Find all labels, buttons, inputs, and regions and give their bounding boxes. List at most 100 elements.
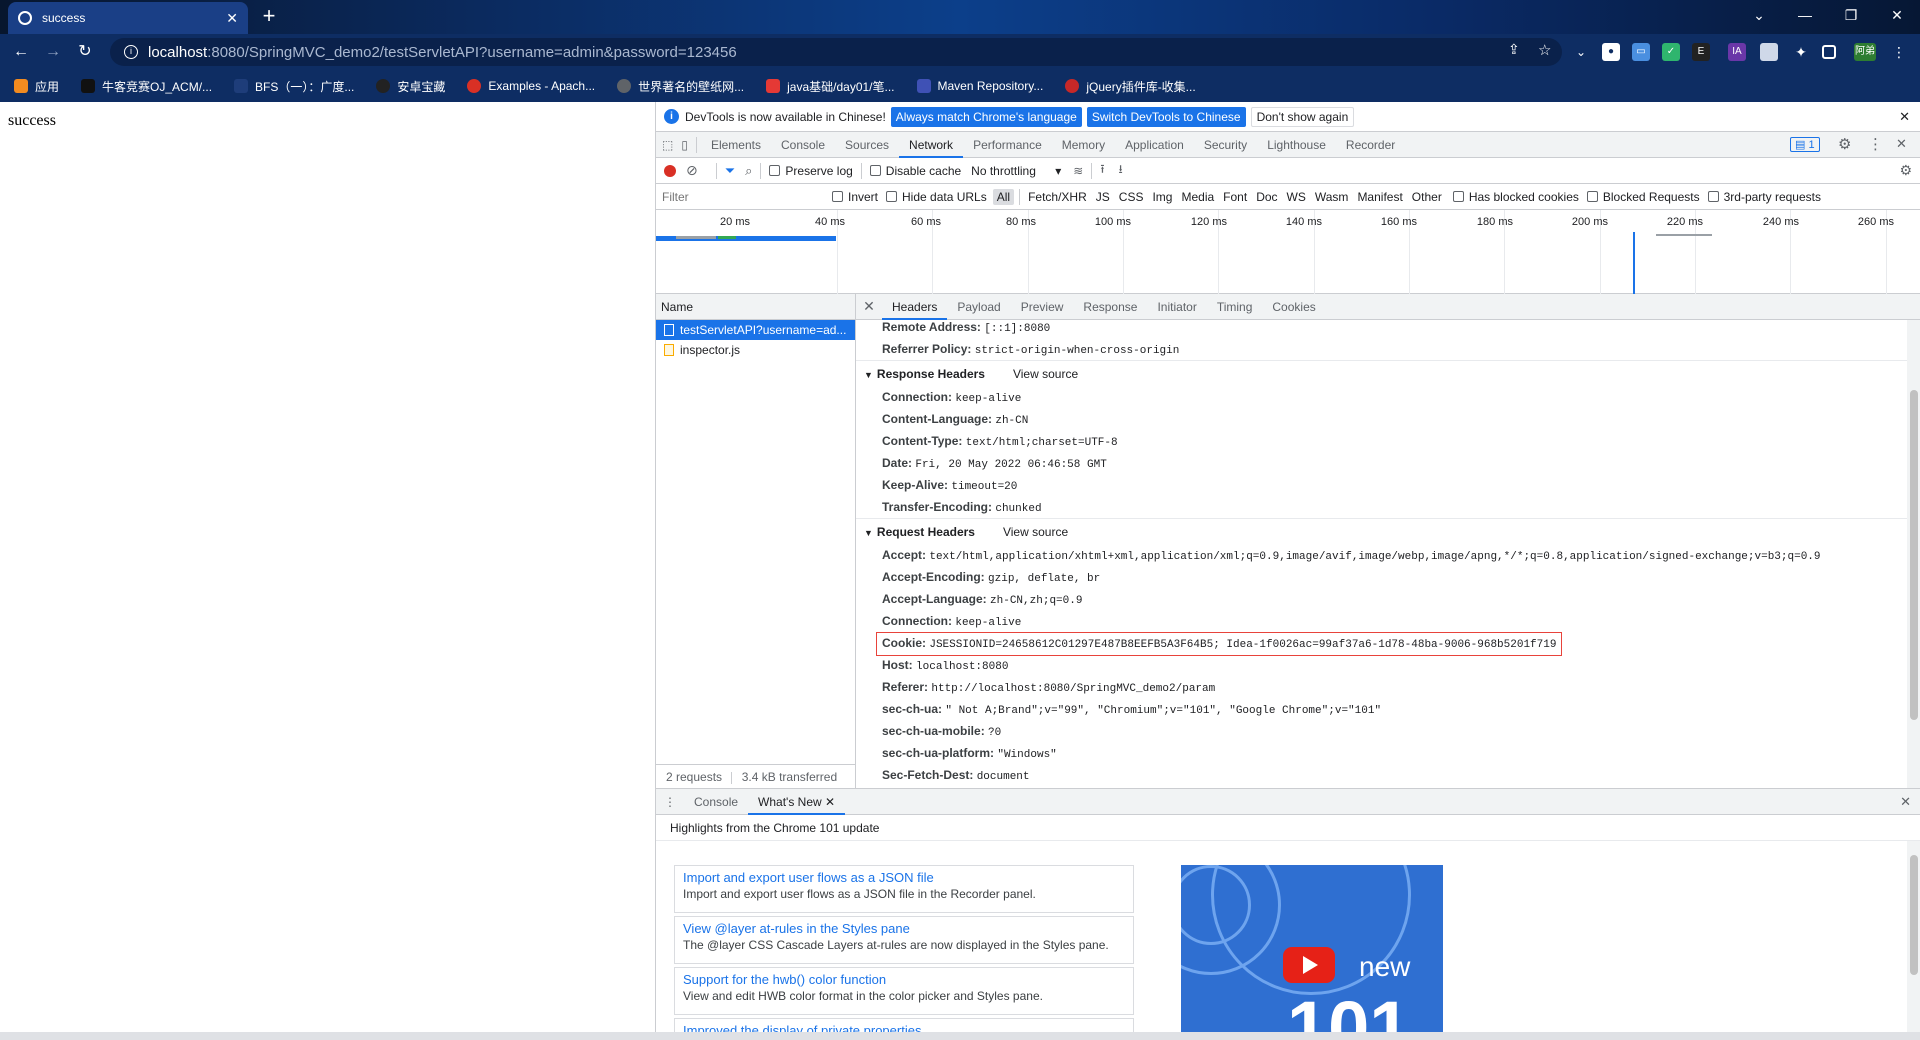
throttling-select[interactable]: No throttling ▾: [971, 164, 1061, 178]
issues-badge[interactable]: ▤ 1: [1790, 137, 1820, 152]
filter-fetch-xhr[interactable]: Fetch/XHR: [1024, 189, 1091, 205]
filter-css[interactable]: CSS: [1115, 189, 1148, 205]
tab-sources[interactable]: Sources: [835, 132, 899, 158]
import-har-icon[interactable]: ⭱: [1100, 160, 1104, 181]
tab-lighthouse[interactable]: Lighthouse: [1257, 132, 1336, 158]
extension-ia-icon[interactable]: IA: [1728, 43, 1746, 61]
extension-label[interactable]: 阿弟: [1854, 43, 1876, 61]
tab-console[interactable]: Console: [771, 132, 835, 158]
dont-show-again-button[interactable]: Don't show again: [1250, 106, 1355, 127]
close-drawer-icon[interactable]: ✕: [1900, 794, 1911, 810]
tab-response[interactable]: Response: [1073, 294, 1147, 320]
drawer-tab-whats-new[interactable]: What's New ✕: [748, 789, 846, 815]
filter-manifest[interactable]: Manifest: [1353, 189, 1406, 205]
bookmark-bfs[interactable]: BFS（一）：广度...: [234, 78, 354, 95]
whats-new-card[interactable]: Import and export user flows as a JSON f…: [674, 865, 1134, 913]
filter-img[interactable]: Img: [1148, 189, 1176, 205]
whats-new-video-thumbnail[interactable]: new 101: [1181, 865, 1443, 1033]
drawer-tab-console[interactable]: Console: [684, 789, 748, 815]
blocked-cookies-checkbox[interactable]: [1452, 191, 1464, 202]
filter-js[interactable]: JS: [1092, 189, 1114, 205]
bookmark-maven[interactable]: Maven Repository...: [916, 79, 1043, 93]
preserve-log-checkbox[interactable]: [769, 165, 781, 176]
menu-kebab-icon[interactable]: ⋮: [1890, 43, 1908, 61]
clear-icon[interactable]: ⊘: [686, 162, 698, 179]
tab-recorder[interactable]: Recorder: [1336, 132, 1405, 158]
close-tab-icon[interactable]: ✕: [825, 795, 835, 809]
devtools-menu-icon[interactable]: ⋮: [1868, 135, 1883, 153]
network-settings-gear-icon[interactable]: ⚙: [1899, 162, 1912, 179]
view-source-link[interactable]: View source: [1003, 525, 1068, 539]
address-bar[interactable]: i localhost:8080/SpringMVC_demo2/testSer…: [110, 38, 1562, 66]
name-column-header[interactable]: Name: [656, 294, 855, 320]
filter-other[interactable]: Other: [1408, 189, 1446, 205]
restore-button[interactable]: ❐: [1828, 0, 1874, 30]
drawer-scrollbar[interactable]: [1907, 841, 1920, 1033]
detail-scrollbar[interactable]: [1907, 320, 1920, 788]
filter-input[interactable]: [662, 186, 832, 207]
close-infobar-icon[interactable]: ✕: [1899, 109, 1910, 125]
tab-payload[interactable]: Payload: [947, 294, 1010, 320]
tab-cookies[interactable]: Cookies: [1262, 294, 1325, 320]
tab-memory[interactable]: Memory: [1052, 132, 1115, 158]
tab-security[interactable]: Security: [1194, 132, 1257, 158]
drawer-menu-icon[interactable]: ⋮: [656, 789, 684, 815]
blocked-requests-checkbox[interactable]: [1586, 191, 1598, 202]
filter-doc[interactable]: Doc: [1252, 189, 1281, 205]
tab-initiator[interactable]: Initiator: [1147, 294, 1206, 320]
request-headers-section[interactable]: ▼ Request Headers View source: [856, 518, 1920, 544]
dropdown-icon[interactable]: ⌄: [1572, 43, 1590, 61]
close-tab-icon[interactable]: ✕: [226, 10, 238, 27]
bookmark-github[interactable]: 安卓宝藏: [376, 78, 445, 95]
filter-ws[interactable]: WS: [1283, 189, 1310, 205]
extensions-puzzle-icon[interactable]: ✦: [1792, 43, 1810, 61]
tab-elements[interactable]: Elements: [701, 132, 771, 158]
close-devtools-icon[interactable]: ✕: [1896, 136, 1907, 152]
request-row-inspector[interactable]: inspector.js: [656, 340, 855, 360]
search-icon[interactable]: ⌕: [745, 163, 752, 179]
network-conditions-icon[interactable]: ≋: [1073, 164, 1083, 178]
tab-application[interactable]: Application: [1115, 132, 1194, 158]
inspect-element-icon[interactable]: ⬚: [656, 132, 679, 158]
scrollbar-thumb[interactable]: [1910, 390, 1918, 720]
invert-checkbox[interactable]: [832, 191, 843, 202]
view-source-link[interactable]: View source: [1013, 367, 1078, 381]
card-title-link[interactable]: Import and export user flows as a JSON f…: [683, 870, 1125, 885]
close-window-button[interactable]: ✕: [1874, 0, 1920, 30]
reload-icon[interactable]: ↻: [72, 40, 98, 64]
filter-font[interactable]: Font: [1219, 189, 1251, 205]
export-har-icon[interactable]: ⭳: [1119, 160, 1123, 181]
tab-headers[interactable]: Headers: [882, 294, 948, 320]
site-info-icon[interactable]: i: [124, 45, 138, 59]
tab-search-icon[interactable]: ⌄: [1736, 0, 1782, 30]
tab-network[interactable]: Network: [899, 132, 964, 158]
bookmark-star-icon[interactable]: ☆: [1538, 41, 1551, 59]
tab-performance[interactable]: Performance: [963, 132, 1052, 158]
filter-icon[interactable]: ⏷: [725, 163, 735, 179]
filter-wasm[interactable]: Wasm: [1311, 189, 1353, 205]
record-icon[interactable]: [664, 164, 676, 177]
filter-all[interactable]: All: [992, 188, 1015, 205]
bookmark-jquery[interactable]: jQuery插件库-收集...: [1065, 78, 1196, 95]
bookmark-nowcoder[interactable]: 牛客竞赛OJ_ACM/...: [81, 78, 212, 95]
card-title-link[interactable]: View @layer at-rules in the Styles pane: [683, 921, 1125, 936]
scrollbar-thumb[interactable]: [1910, 855, 1918, 975]
youtube-play-icon[interactable]: [1283, 947, 1335, 983]
bookmark-wallpaper[interactable]: 世界著名的壁纸网...: [617, 78, 744, 95]
bookmark-java[interactable]: java基础/day01/笔...: [766, 78, 895, 95]
extension-gamepad-icon[interactable]: ●: [1602, 43, 1620, 61]
hide-data-urls-checkbox[interactable]: [886, 191, 898, 202]
back-icon[interactable]: ←: [8, 40, 34, 64]
settings-gear-icon[interactable]: ⚙: [1838, 135, 1851, 153]
new-tab-button[interactable]: +: [255, 4, 283, 30]
switch-chinese-button[interactable]: Switch DevTools to Chinese: [1086, 106, 1246, 127]
filter-media[interactable]: Media: [1177, 189, 1218, 205]
match-language-button[interactable]: Always match Chrome's language: [890, 106, 1082, 127]
network-overview-timeline[interactable]: 20 ms 40 ms 60 ms 80 ms 100 ms 120 ms 14…: [656, 210, 1920, 294]
minimize-button[interactable]: —: [1782, 0, 1828, 30]
tab-timing[interactable]: Timing: [1207, 294, 1263, 320]
extension-e-icon[interactable]: E: [1692, 43, 1710, 61]
side-panel-icon[interactable]: [1822, 45, 1836, 59]
card-title-link[interactable]: Support for the hwb() color function: [683, 972, 1125, 987]
close-detail-icon[interactable]: ✕: [856, 298, 882, 315]
